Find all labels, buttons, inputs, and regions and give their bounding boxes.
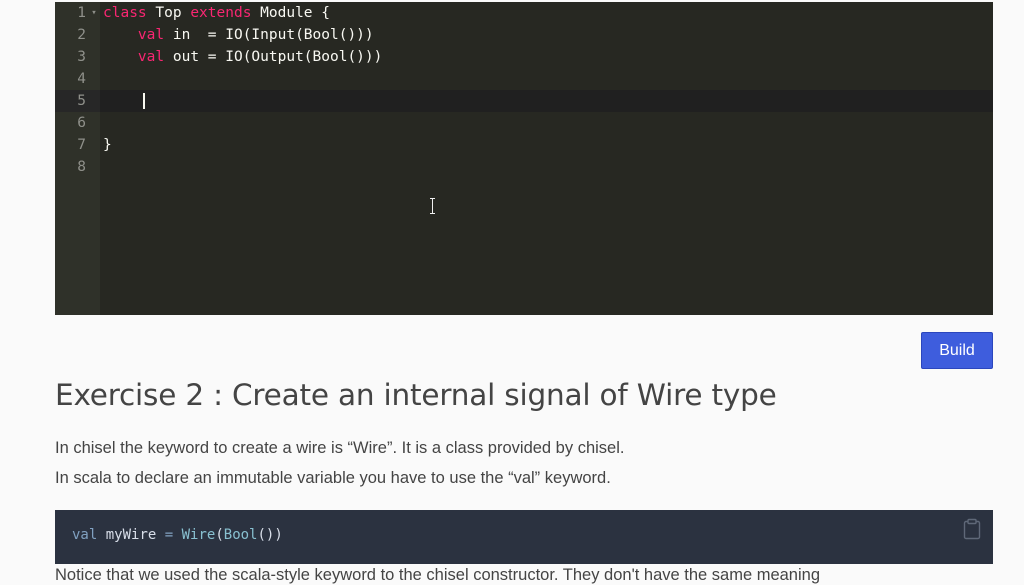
editor-line[interactable]: 5: [55, 90, 993, 112]
line-number: 3: [77, 49, 86, 65]
paragraph-val-keyword: In scala to declare an immutable variabl…: [55, 469, 611, 487]
code-text: class Top extends Module {: [103, 5, 330, 21]
fold-arrow-icon[interactable]: ▾: [89, 2, 99, 24]
snippet-code: val myWire = Wire(Bool()): [72, 527, 283, 543]
line-number: 6: [77, 115, 86, 131]
line-number: 2: [77, 27, 86, 43]
text-cursor: [143, 93, 145, 109]
exercise-title: Exercise 2 : Create an internal signal o…: [55, 378, 777, 412]
line-number: 5: [55, 90, 100, 112]
editor-line[interactable]: 6: [55, 112, 993, 134]
clipboard-icon[interactable]: [963, 518, 981, 540]
editor-line[interactable]: 1 ▾ class Top extends Module {: [55, 2, 993, 24]
editor-line[interactable]: 7}: [55, 134, 993, 156]
code-text: val in = IO(Input(Bool())): [137, 27, 374, 43]
line-number: 7: [77, 137, 86, 153]
editor-line[interactable]: 2 val in = IO(Input(Bool())): [55, 24, 993, 46]
editor-line[interactable]: 4: [55, 68, 993, 90]
build-button[interactable]: Build: [921, 332, 993, 369]
editor-line[interactable]: 8: [55, 156, 993, 178]
editor-line[interactable]: 3 val out = IO(Output(Bool())): [55, 46, 993, 68]
code-snippet: val myWire = Wire(Bool()): [55, 510, 993, 564]
code-text: val out = IO(Output(Bool())): [137, 49, 383, 65]
paragraph-wire-keyword: In chisel the keyword to create a wire i…: [55, 439, 625, 457]
line-number: 8: [77, 159, 86, 175]
code-editor[interactable]: 1 ▾ class Top extends Module {2 val in = I…: [55, 2, 993, 315]
code-text: }: [103, 137, 112, 153]
line-number: 4: [77, 71, 86, 87]
mouse-ibeam-cursor: [430, 198, 436, 214]
